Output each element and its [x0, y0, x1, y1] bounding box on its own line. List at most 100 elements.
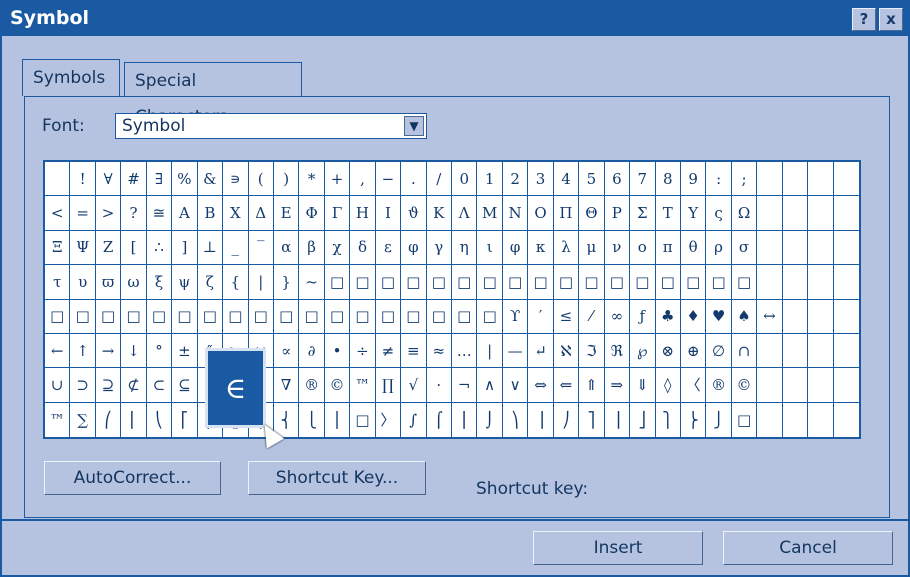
symbol-cell[interactable]: γ	[426, 230, 452, 266]
symbol-cell[interactable]: □	[477, 299, 503, 334]
symbol-cell[interactable]: Σ	[630, 196, 656, 231]
symbol-cell[interactable]: Μ	[477, 196, 503, 231]
symbol-cell[interactable]: □	[273, 299, 300, 334]
symbol-cell[interactable]: ≤	[553, 299, 580, 334]
symbol-cell[interactable]: ≡	[401, 333, 427, 369]
symbol-cell[interactable]	[782, 196, 809, 231]
symbol-cell[interactable]: Χ	[223, 196, 249, 231]
symbol-cell[interactable]: ⊆	[172, 368, 198, 403]
symbol-cell[interactable]: 0	[452, 162, 478, 197]
symbol-cell[interactable]: ⎠	[554, 402, 580, 437]
symbol-cell[interactable]: ′	[528, 299, 554, 334]
symbol-cell[interactable]: ∀	[95, 162, 122, 197]
symbol-cell[interactable]: □	[426, 265, 452, 300]
symbol-cell[interactable]: χ	[324, 230, 351, 266]
symbol-cell[interactable]: .	[401, 162, 427, 197]
symbol-cell[interactable]	[833, 162, 859, 197]
symbol-cell[interactable]: □	[324, 299, 351, 334]
symbol-cell[interactable]: ⎝	[147, 402, 173, 437]
symbol-cell[interactable]: ⇐	[553, 368, 580, 403]
symbol-cell[interactable]: Ψ	[70, 230, 96, 266]
symbol-cell[interactable]: □	[604, 265, 631, 300]
symbol-cell[interactable]: !	[70, 162, 96, 197]
symbol-cell[interactable]: Ω	[731, 196, 758, 231]
symbol-cell[interactable]	[782, 368, 809, 403]
symbol-cell[interactable]: μ	[579, 230, 605, 266]
symbol-cell[interactable]: Κ	[426, 196, 452, 231]
symbol-cell[interactable]: ♣	[655, 299, 681, 334]
symbol-cell[interactable]: δ	[350, 230, 376, 266]
symbol-cell[interactable]: +	[324, 162, 351, 197]
symbol-cell[interactable]: α	[273, 230, 300, 266]
symbol-cell[interactable]: □	[223, 299, 249, 334]
symbol-cell[interactable]: ∍	[223, 162, 249, 197]
symbol-cell[interactable]: □	[70, 299, 96, 334]
symbol-cell[interactable]: □	[731, 265, 758, 300]
symbol-cell[interactable]: ~	[299, 265, 325, 300]
symbol-cell[interactable]: 1	[477, 162, 503, 197]
symbol-cell[interactable]: ]	[172, 230, 198, 266]
symbol-cell[interactable]	[757, 402, 783, 437]
symbol-cell[interactable]: ⎥	[605, 402, 631, 437]
symbol-cell[interactable]: □	[375, 299, 402, 334]
symbol-cell[interactable]: =	[70, 196, 96, 231]
symbol-cell[interactable]: Ρ	[604, 196, 631, 231]
symbol-cell[interactable]: □	[528, 265, 554, 300]
symbol-cell[interactable]: ↑	[70, 333, 96, 369]
symbol-cell[interactable]: 3	[528, 162, 554, 197]
symbol-cell[interactable]: Α	[172, 196, 198, 231]
symbol-cell[interactable]: ∃	[146, 162, 173, 197]
symbol-cell[interactable]: □	[350, 265, 376, 300]
symbol-cell[interactable]: □	[350, 299, 376, 334]
symbol-cell[interactable]: □	[121, 299, 147, 334]
symbol-cell[interactable]	[757, 196, 783, 231]
symbol-cell[interactable]: }	[273, 265, 300, 300]
symbol-cell[interactable]	[808, 162, 834, 197]
symbol-cell[interactable]: Η	[350, 196, 376, 231]
symbol-cell[interactable]: ⁄	[579, 299, 605, 334]
symbol-cell[interactable]: λ	[553, 230, 580, 266]
symbol-cell[interactable]: ⎪	[325, 402, 351, 437]
symbol-cell[interactable]: −	[375, 162, 402, 197]
symbol-cell[interactable]: ζ	[197, 265, 224, 300]
symbol-cell[interactable]: /	[426, 162, 452, 197]
symbol-cell[interactable]: 9	[680, 162, 707, 197]
symbol-cell[interactable]	[757, 333, 783, 369]
close-button[interactable]: x	[879, 8, 903, 31]
symbol-cell[interactable]: □	[324, 265, 351, 300]
symbol-cell[interactable]: ϖ	[95, 265, 122, 300]
symbol-cell[interactable]: ÷	[350, 333, 376, 369]
symbol-cell[interactable]: ♠	[731, 299, 758, 334]
symbol-cell[interactable]: □	[502, 265, 529, 300]
symbol-cell[interactable]: ℵ	[553, 333, 580, 369]
symbol-cell[interactable]: ψ	[172, 265, 198, 300]
symbol-cell[interactable]: □	[350, 402, 376, 437]
symbol-cell[interactable]: □	[45, 299, 71, 334]
symbol-cell[interactable]: ε	[375, 230, 402, 266]
symbol-cell[interactable]: ≠	[375, 333, 402, 369]
symbol-cell[interactable]: 8	[655, 162, 681, 197]
symbol-cell[interactable]: ♥	[706, 299, 732, 334]
symbol-cell[interactable]: □	[655, 265, 681, 300]
symbol-cell[interactable]: ⎤	[579, 402, 605, 437]
symbol-cell[interactable]: ω	[121, 265, 147, 300]
symbol-cell[interactable]: Ο	[528, 196, 554, 231]
symbol-cell[interactable]: ⌡	[477, 402, 503, 437]
symbol-cell[interactable]: □	[299, 299, 325, 334]
symbol-cell[interactable]: Ε	[273, 196, 300, 231]
symbol-cell[interactable]: ℘	[630, 333, 656, 369]
symbol-cell[interactable]: η	[452, 230, 478, 266]
symbol-cell[interactable]	[757, 368, 783, 403]
help-button[interactable]: ?	[852, 8, 876, 31]
symbol-cell[interactable]: □	[579, 265, 605, 300]
symbol-cell[interactable]: &	[197, 162, 224, 197]
symbol-cell[interactable]: <	[45, 196, 71, 231]
symbol-cell[interactable]: :	[706, 162, 732, 197]
symbol-cell[interactable]	[833, 368, 859, 403]
symbol-cell[interactable]: ∅	[706, 333, 732, 369]
chevron-down-icon[interactable]: ▼	[404, 116, 424, 136]
symbol-cell[interactable]: □	[630, 265, 656, 300]
symbol-cell[interactable]: □	[197, 299, 224, 334]
symbol-cell[interactable]: Φ	[299, 196, 325, 231]
symbol-cell[interactable]: ϑ	[401, 196, 427, 231]
